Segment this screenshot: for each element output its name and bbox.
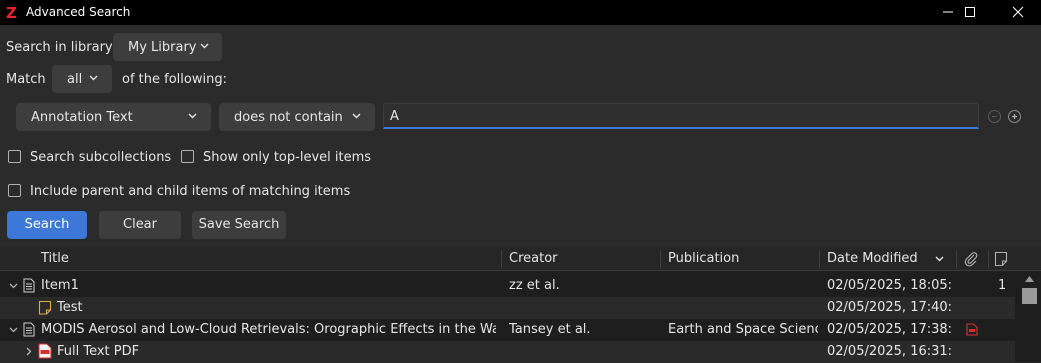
row-creator: Tansey et al. — [509, 322, 591, 337]
include-parent-child-checkbox[interactable] — [8, 184, 21, 197]
chevron-down-icon — [188, 113, 197, 119]
document-icon — [23, 278, 35, 293]
add-condition-button[interactable] — [1008, 110, 1021, 123]
zotero-logo-icon: Z — [6, 4, 17, 22]
condition-value-field[interactable] — [383, 103, 979, 129]
row-date-modified: 02/05/2025, 16:31:... — [827, 344, 952, 359]
chevron-right-icon[interactable] — [26, 347, 32, 356]
save-search-button[interactable]: Save Search — [192, 211, 286, 239]
match-dropdown[interactable]: all — [52, 65, 112, 93]
pdf-icon — [38, 343, 52, 359]
search-subcollections-checkbox[interactable] — [8, 150, 21, 163]
column-date-modified[interactable]: Date Modified — [827, 251, 918, 266]
condition-operator-dropdown[interactable]: does not contain — [219, 103, 375, 131]
table-row[interactable]: MODIS Aerosol and Low-Cloud Retrievals: … — [0, 319, 1015, 341]
condition-field-dropdown[interactable]: Annotation Text — [16, 103, 211, 131]
sort-descending-icon — [935, 256, 944, 262]
match-value: all — [67, 72, 83, 87]
results-tree[interactable]: Title Creator Publication Date Modified … — [0, 247, 1041, 363]
chevron-down-icon — [352, 113, 361, 119]
row-title: Full Text PDF — [57, 344, 140, 359]
top-level-items-label: Show only top-level items — [203, 150, 372, 165]
row-date-modified: 02/05/2025, 17:38:... — [827, 322, 952, 337]
document-icon — [23, 322, 35, 337]
include-parent-child-label: Include parent and child items of matchi… — [30, 184, 351, 199]
column-separator[interactable] — [501, 250, 502, 268]
match-suffix-label: of the following: — [122, 72, 227, 87]
column-separator[interactable] — [660, 250, 661, 268]
row-title: MODIS Aerosol and Low-Cloud Retrievals: … — [41, 322, 496, 337]
plus-icon — [1012, 114, 1017, 119]
column-separator[interactable] — [988, 250, 989, 268]
scrollbar-thumb[interactable] — [1022, 288, 1037, 304]
attachment-column-icon[interactable] — [963, 251, 979, 267]
table-row[interactable]: Test 02/05/2025, 17:40:... — [0, 297, 1015, 319]
column-title[interactable]: Title — [41, 251, 69, 266]
chevron-down-icon — [89, 75, 98, 81]
minus-icon — [992, 115, 997, 118]
column-creator[interactable]: Creator — [509, 251, 558, 266]
condition-value-input[interactable] — [390, 109, 970, 124]
chevron-down-icon[interactable] — [9, 327, 18, 333]
row-title: Test — [57, 300, 83, 315]
row-creator: zz et al. — [509, 278, 560, 293]
library-value: My Library — [128, 40, 197, 55]
column-separator[interactable] — [956, 250, 957, 268]
row-notes-count: 1 — [998, 278, 1007, 293]
results-header: Title Creator Publication Date Modified — [0, 247, 1041, 271]
chevron-down-icon[interactable] — [9, 283, 18, 289]
close-icon[interactable] — [995, 0, 1041, 25]
pdf-icon[interactable] — [966, 323, 978, 336]
notes-column-icon[interactable] — [994, 251, 1008, 267]
row-date-modified: 02/05/2025, 17:40:... — [827, 300, 952, 315]
top-level-items-checkbox[interactable] — [181, 150, 194, 163]
chevron-down-icon — [200, 43, 209, 49]
column-separator[interactable] — [819, 250, 820, 268]
search-subcollections-label: Search subcollections — [30, 150, 172, 165]
table-row[interactable]: Full Text PDF 02/05/2025, 16:31:... — [0, 341, 1015, 363]
remove-condition-button[interactable] — [988, 110, 1001, 123]
row-publication: Earth and Space Science — [668, 322, 818, 337]
title-bar: Z Advanced Search — [0, 0, 1041, 25]
clear-button[interactable]: Clear — [99, 211, 181, 239]
table-row[interactable]: Item1 zz et al. 02/05/2025, 18:05:... 1 — [0, 275, 1015, 297]
results-scrollbar[interactable] — [1015, 271, 1041, 362]
maximize-icon[interactable] — [947, 0, 993, 25]
column-publication[interactable]: Publication — [668, 251, 739, 266]
library-label: Search in library: — [6, 40, 117, 55]
window-title: Advanced Search — [26, 5, 131, 19]
row-title: Item1 — [41, 278, 79, 293]
note-icon — [38, 300, 52, 315]
library-dropdown[interactable]: My Library — [113, 33, 222, 61]
scroll-up-icon[interactable] — [1025, 276, 1034, 282]
match-label: Match — [6, 72, 46, 87]
row-date-modified: 02/05/2025, 18:05:... — [827, 278, 952, 293]
condition-field-value: Annotation Text — [31, 110, 133, 125]
condition-operator-value: does not contain — [234, 110, 343, 125]
search-button[interactable]: Search — [7, 211, 87, 239]
